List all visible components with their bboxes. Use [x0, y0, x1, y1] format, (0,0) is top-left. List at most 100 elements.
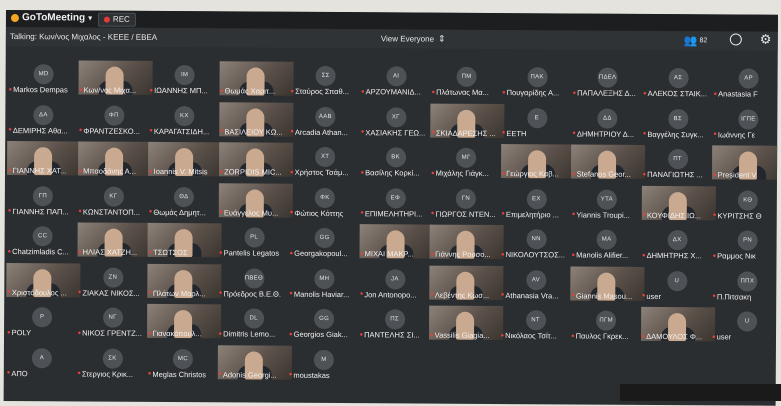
participant-name: Anastasia F — [718, 89, 758, 99]
muted-mic-icon: ● — [430, 210, 435, 217]
participant-tile[interactable]: ΠΤ ● ΠΑΝΑΓΙΩΤΗΣ ... — [641, 145, 715, 179]
participant-tile[interactable]: ● Stefanos Geor... — [570, 144, 646, 179]
participant-tile[interactable]: AP ● Anastasia F — [712, 64, 778, 99]
participant-tile[interactable]: ● ΗΛΙΑΣ ΧΑΤΖΗ... — [76, 222, 152, 257]
participant-name-row: ● Manolis Haviar... — [289, 289, 349, 298]
participant-tile[interactable]: MA ● Manolis Alifier... — [570, 225, 644, 260]
participant-tile[interactable]: DL ● Dimitris Lemo... — [217, 304, 291, 339]
participant-tile[interactable]: ZN ● ΖΙΑΚΑΣ ΝΙΚΟΣ... — [77, 263, 151, 297]
muted-mic-icon: ● — [500, 332, 505, 339]
participant-tile[interactable]: ● ΤΣΩΤΣΟΣ — [147, 222, 222, 258]
participant-tile[interactable]: ● Κων/νος Μιχα... — [77, 60, 153, 95]
participant-tile[interactable]: ΕΧ ● Επιμελητήριο ... — [500, 185, 574, 219]
muted-mic-icon: ● — [7, 329, 11, 336]
participant-name-row: ● ΔΗΜΗΤΡΗΣ Χ... — [642, 251, 702, 260]
participant-tile[interactable]: ΔΧ ● ΔΗΜΗΤΡΗΣ Χ... — [641, 226, 715, 260]
participant-tile[interactable]: M ● moustakas — [288, 345, 362, 379]
participant-tile[interactable]: YTA ● Yiannis Troupi... — [571, 185, 645, 219]
participant-tile[interactable]: AI ● ΑΡΖΟΥΜΑΝΙΔ... — [360, 62, 434, 97]
participant-tile[interactable]: A ● ΑΠΟ — [6, 344, 80, 378]
participant-tile[interactable]: ΠΠΧ ● Π.Πιτσακη — [711, 267, 778, 301]
participant-tile[interactable]: ● ΔΑΜΟΥΛΟΣ Φ... — [640, 306, 715, 342]
app-menu[interactable]: GoToMeeting ▾ — [10, 12, 92, 23]
participant-tile[interactable]: ● Λεβέντης Κωσ... — [429, 265, 504, 300]
participant-tile[interactable]: ΠΜ ● Πλάτωνας Μα... — [430, 63, 504, 97]
participant-tile[interactable]: ● Γιάννης Ρουσο... — [429, 224, 504, 260]
participant-tile[interactable]: ΝΓ ● ΝΙΚΟΣ ΓΡΕΝΤΖ... — [77, 303, 151, 338]
participant-tile[interactable]: E ● EETH — [501, 104, 575, 138]
participant-tile[interactable]: ● Adonis Georgi... — [217, 344, 292, 380]
participant-name: ΚΩΝΣΤΑΝΤΟΠ... — [82, 206, 140, 217]
participant-tile[interactable]: ΜΓ ● Μιχάλης Γιάγκ... — [430, 144, 504, 178]
participant-tile[interactable]: MH ● Manolis Haviar... — [288, 264, 362, 299]
participant-tile[interactable]: ΓΝ ● ΓΙΩΡΓΟΣ ΝΤΕΝ... — [430, 184, 504, 218]
participant-name-row: ● ΓΙΑΝΝΗΣ ΠΑΠ... — [8, 207, 69, 216]
participant-tile[interactable]: ● ΓΙΑΝΝΗΣ ΧΑΤ... — [6, 141, 82, 176]
participant-tile[interactable]: ● ΣΚΙΑΔΑΡΕΣΗΣ ... — [430, 103, 505, 138]
participant-tile[interactable]: ● ΚΟΥΦΙΔΗΣ ΙΩ... — [641, 185, 716, 220]
participant-tile[interactable]: ● ZORPIDIS MIC... — [218, 142, 293, 177]
gear-icon[interactable]: ⚙ — [760, 32, 772, 48]
participant-tile[interactable]: JA ● Jon Antonopo... — [359, 265, 433, 299]
participant-tile[interactable]: ΚΓ ● ΚΩΝΣΤΑΝΤΟΠ... — [77, 182, 151, 216]
participant-tile[interactable]: U ● user — [641, 266, 715, 301]
participant-tile[interactable]: ● Vassilis Giagia... — [428, 305, 504, 341]
participant-tile[interactable]: GG ● Georgios Giak... — [288, 305, 362, 339]
participant-tile[interactable]: PL ● Pantelis Legatos — [218, 223, 292, 258]
participant-tile[interactable]: ΑΣ ● ΑΛΕΚΟΣ ΣΤΑΙΚ... — [642, 64, 716, 98]
participant-tile[interactable]: ● Γεώργιος Καβ... — [500, 144, 575, 179]
view-mode-selector[interactable]: View Everyone ⇕ — [381, 33, 446, 44]
participant-tile[interactable]: MC ● Meglas Christos — [147, 344, 221, 379]
participant-tile[interactable]: ΧΓ ● ΧΑΣΙΑΚΗΣ ΓΕΩ... — [360, 103, 434, 137]
participant-tile[interactable]: ΦΠ ● ΦΡΑΝΤΖΕΣΚΟ... — [78, 101, 152, 135]
muted-mic-icon: ● — [289, 209, 294, 216]
participant-tile[interactable]: ΠΓΜ ● Παυλος Γκρεκ... — [570, 306, 644, 341]
participant-tile[interactable]: ● President V — [711, 145, 778, 180]
participant-tile[interactable]: ● Ioannis V. Mitsis — [147, 141, 223, 177]
participant-tile[interactable]: ● ΒΑΣΙΛΕΙΟΥ ΚΩ... — [218, 101, 293, 137]
participant-tile[interactable]: ΣΣ ● Σταύρος Σπαθ... — [289, 62, 363, 96]
participant-tile[interactable]: ΧΤ ● Χρήστος Τσάμ... — [289, 143, 363, 177]
participant-tile[interactable]: ΠΑΚ ● Πουγαρίδης Α... — [501, 63, 575, 97]
participant-tile[interactable]: ΠΒΕΘ ● Πρόεδρος Β.Ε.Θ. — [218, 264, 292, 298]
participant-tile[interactable]: ● Ευάγγελος Μυ... — [218, 182, 293, 218]
participant-tile[interactable]: CC ● Chatzimladis C... — [6, 222, 80, 256]
participants-button[interactable]: 👥 82 — [684, 34, 708, 47]
participant-tile[interactable]: ΕΦ ● ΕΠΙΜΕΛΗΤΗΡΙ... — [359, 184, 433, 218]
participant-tile[interactable]: AAB ● Arcadia Athan... — [289, 102, 363, 137]
participant-tile[interactable]: ● Πλάτων Μαρλ... — [147, 263, 222, 298]
participant-tile[interactable]: ΘΔ ● Θωμάς Δημητ... — [148, 182, 222, 217]
participant-tile[interactable]: NN ● ΝΙΚΟΛΟΥΤΣΟΣ... — [500, 225, 574, 259]
participant-tile[interactable]: ΙΓΠΕ ● Ιωάννης Γε — [712, 105, 778, 139]
participant-tile[interactable]: ΠΣ ● ΠΑΝΤΕΛΗΣ ΣΙ... — [358, 305, 432, 340]
participant-tile[interactable]: GG ● Georgakopoul... — [288, 224, 362, 258]
participant-tile[interactable]: ΦΚ ● Φώτιος Κόττης — [289, 183, 363, 218]
participant-tile[interactable]: ● Giannis Masou... — [570, 265, 645, 301]
participant-tile[interactable]: ΓΠ ● ΓΙΑΝΝΗΣ ΠΑΠ... — [7, 182, 81, 216]
muted-mic-icon: ● — [500, 292, 505, 299]
participant-tile[interactable]: ● Θωμάς Χαριτ... — [218, 61, 294, 96]
chat-icon[interactable] — [729, 33, 742, 46]
participant-tile[interactable]: MD ● Markos Dempas — [7, 60, 81, 94]
participant-name: Γεώργιος Καβ... — [506, 169, 559, 179]
participant-tile[interactable]: ΔΔ ● ΔΗΜΗΤΡΙΟΥ Δ... — [571, 104, 645, 138]
participant-tile[interactable]: P ● POLY — [6, 303, 80, 337]
participant-tile[interactable]: U ● user — [711, 307, 778, 341]
participant-tile[interactable]: ΠΔΕΛ ● ΠΑΠΑΛΕΞΗΣ Δ... — [571, 63, 645, 98]
participant-tile[interactable]: NT ● Νικόλαος Τσίτ... — [499, 306, 573, 340]
participant-tile[interactable]: ● ΜΙΧΑΙ ΜΑΚΡ... — [358, 224, 434, 259]
participant-tile[interactable]: AV ● Athanasia Vra... — [500, 266, 574, 300]
participant-tile[interactable]: PN ● Ραμμος Νικ — [711, 226, 778, 261]
participant-tile[interactable]: IM ● ΙΩΑΝΝΗΣ ΜΠ... — [148, 61, 222, 95]
participant-tile[interactable]: ΔΑ ● ΔΕΜΙΡΗΣ Αθα... — [7, 101, 81, 135]
participant-tile[interactable]: ΚΧ ● ΚΑΡΑΓΑΤΣΙΔΗ... — [148, 101, 222, 136]
participant-tile[interactable]: ● Γιανακόπουλ... — [146, 303, 222, 339]
participant-tile[interactable]: ΒΣ ● Βαγγέλης Συγκ... — [642, 104, 716, 139]
participant-tile[interactable]: ● Μπαοδάνης Α... — [77, 141, 152, 176]
participant-tile[interactable]: ● Χριστόδουλος ... — [6, 262, 81, 297]
participant-tile[interactable]: ΒΚ ● Βασίλης Κορκί... — [359, 143, 433, 178]
recording-indicator[interactable]: REC — [97, 12, 136, 27]
participant-tile[interactable]: ΣΚ ● Στεργιος Κρικ... — [76, 344, 150, 378]
participant-tile[interactable]: ΚΘ ● ΚΥΡΙΤΣΗΣ Θ — [712, 186, 778, 220]
participant-name-row: ● ΑΠΟ — [7, 369, 28, 378]
